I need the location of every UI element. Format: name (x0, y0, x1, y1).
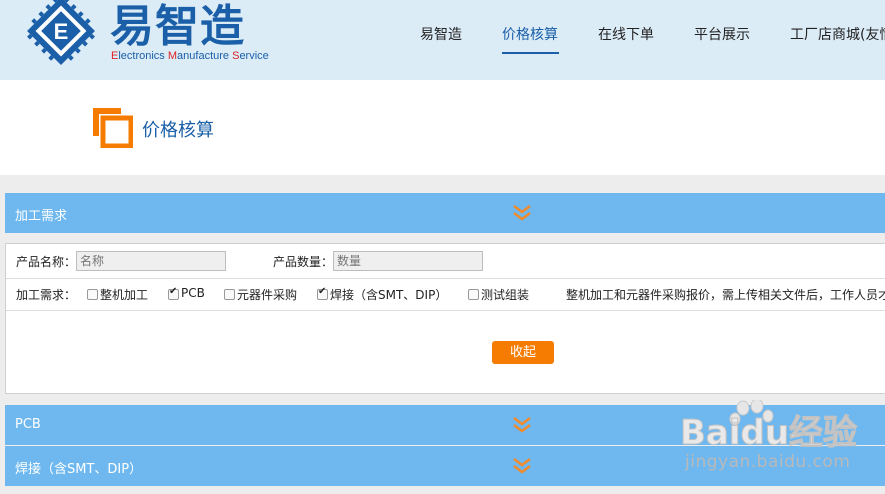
site-header: E 易智造 Electronics Manufacture Service 易智… (0, 0, 885, 80)
product-name-input[interactable] (76, 251, 226, 271)
option-label[interactable]: 焊接（含SMT、DIP） (330, 286, 447, 303)
checkbox-whole-machine[interactable] (87, 289, 98, 300)
section-title: PCB (15, 417, 41, 432)
nav-item-factory-store[interactable]: 工厂店商城(友情 (790, 24, 885, 44)
product-name-label: 产品名称： (16, 255, 77, 269)
baidu-watermark-url: jingyan.baidu.com (685, 452, 851, 472)
logo-chip-icon[interactable]: E (24, 0, 98, 68)
double-chevron-down-icon[interactable] (512, 204, 532, 222)
requirements-label: 加工需求： (16, 288, 77, 302)
svg-text:E: E (54, 19, 69, 44)
requirements-row: 加工需求： 整机加工 PCB 元器件采购 焊接（含SMT、DIP） 测试组装 整… (6, 278, 885, 311)
option-label[interactable]: PCB (181, 286, 205, 300)
checkbox-test-assembly[interactable] (468, 289, 479, 300)
checkbox-welding[interactable] (317, 286, 328, 300)
product-qty-input[interactable] (333, 251, 483, 271)
nav-item-showcase[interactable]: 平台展示 (694, 24, 750, 44)
option-label[interactable]: 元器件采购 (237, 286, 297, 303)
page-title-band: 价格核算 (0, 80, 885, 175)
section-header-processing[interactable]: 加工需求 (5, 193, 885, 233)
quote-notice-text: 整机加工和元器件采购报价，需上传相关文件后，工作人员才 (566, 288, 885, 302)
nav-item-pricing[interactable]: 价格核算 (502, 24, 558, 44)
double-chevron-down-icon[interactable] (512, 416, 532, 434)
option-label[interactable]: 测试组装 (481, 286, 529, 303)
collapse-button[interactable]: 收起 (492, 341, 554, 364)
nav-item-order-online[interactable]: 在线下单 (598, 24, 654, 44)
page-title: 价格核算 (142, 120, 214, 141)
processing-form-panel: 产品名称： 产品数量： 加工需求： 整机加工 PCB 元器件采购 焊接（含SMT… (5, 243, 885, 394)
product-info-row: 产品名称： 产品数量： (6, 244, 885, 279)
double-chevron-down-icon[interactable] (512, 457, 532, 475)
checkbox-pcb[interactable] (168, 286, 179, 300)
calculator-frame-icon (93, 108, 133, 148)
svg-text:Baidu经验: Baidu经验 (680, 413, 857, 453)
option-label[interactable]: 整机加工 (100, 286, 148, 303)
checkbox-components[interactable] (224, 289, 235, 300)
product-qty-label: 产品数量： (273, 255, 334, 269)
section-title: 焊接（含SMT、DIP） (15, 462, 143, 477)
section-title: 加工需求 (15, 209, 68, 224)
nav-item-home[interactable]: 易智造 (420, 24, 462, 44)
logo-tagline: Electronics Manufacture Service (111, 50, 269, 62)
logo-text[interactable]: 易智造 (110, 2, 245, 52)
active-nav-indicator (502, 52, 559, 54)
